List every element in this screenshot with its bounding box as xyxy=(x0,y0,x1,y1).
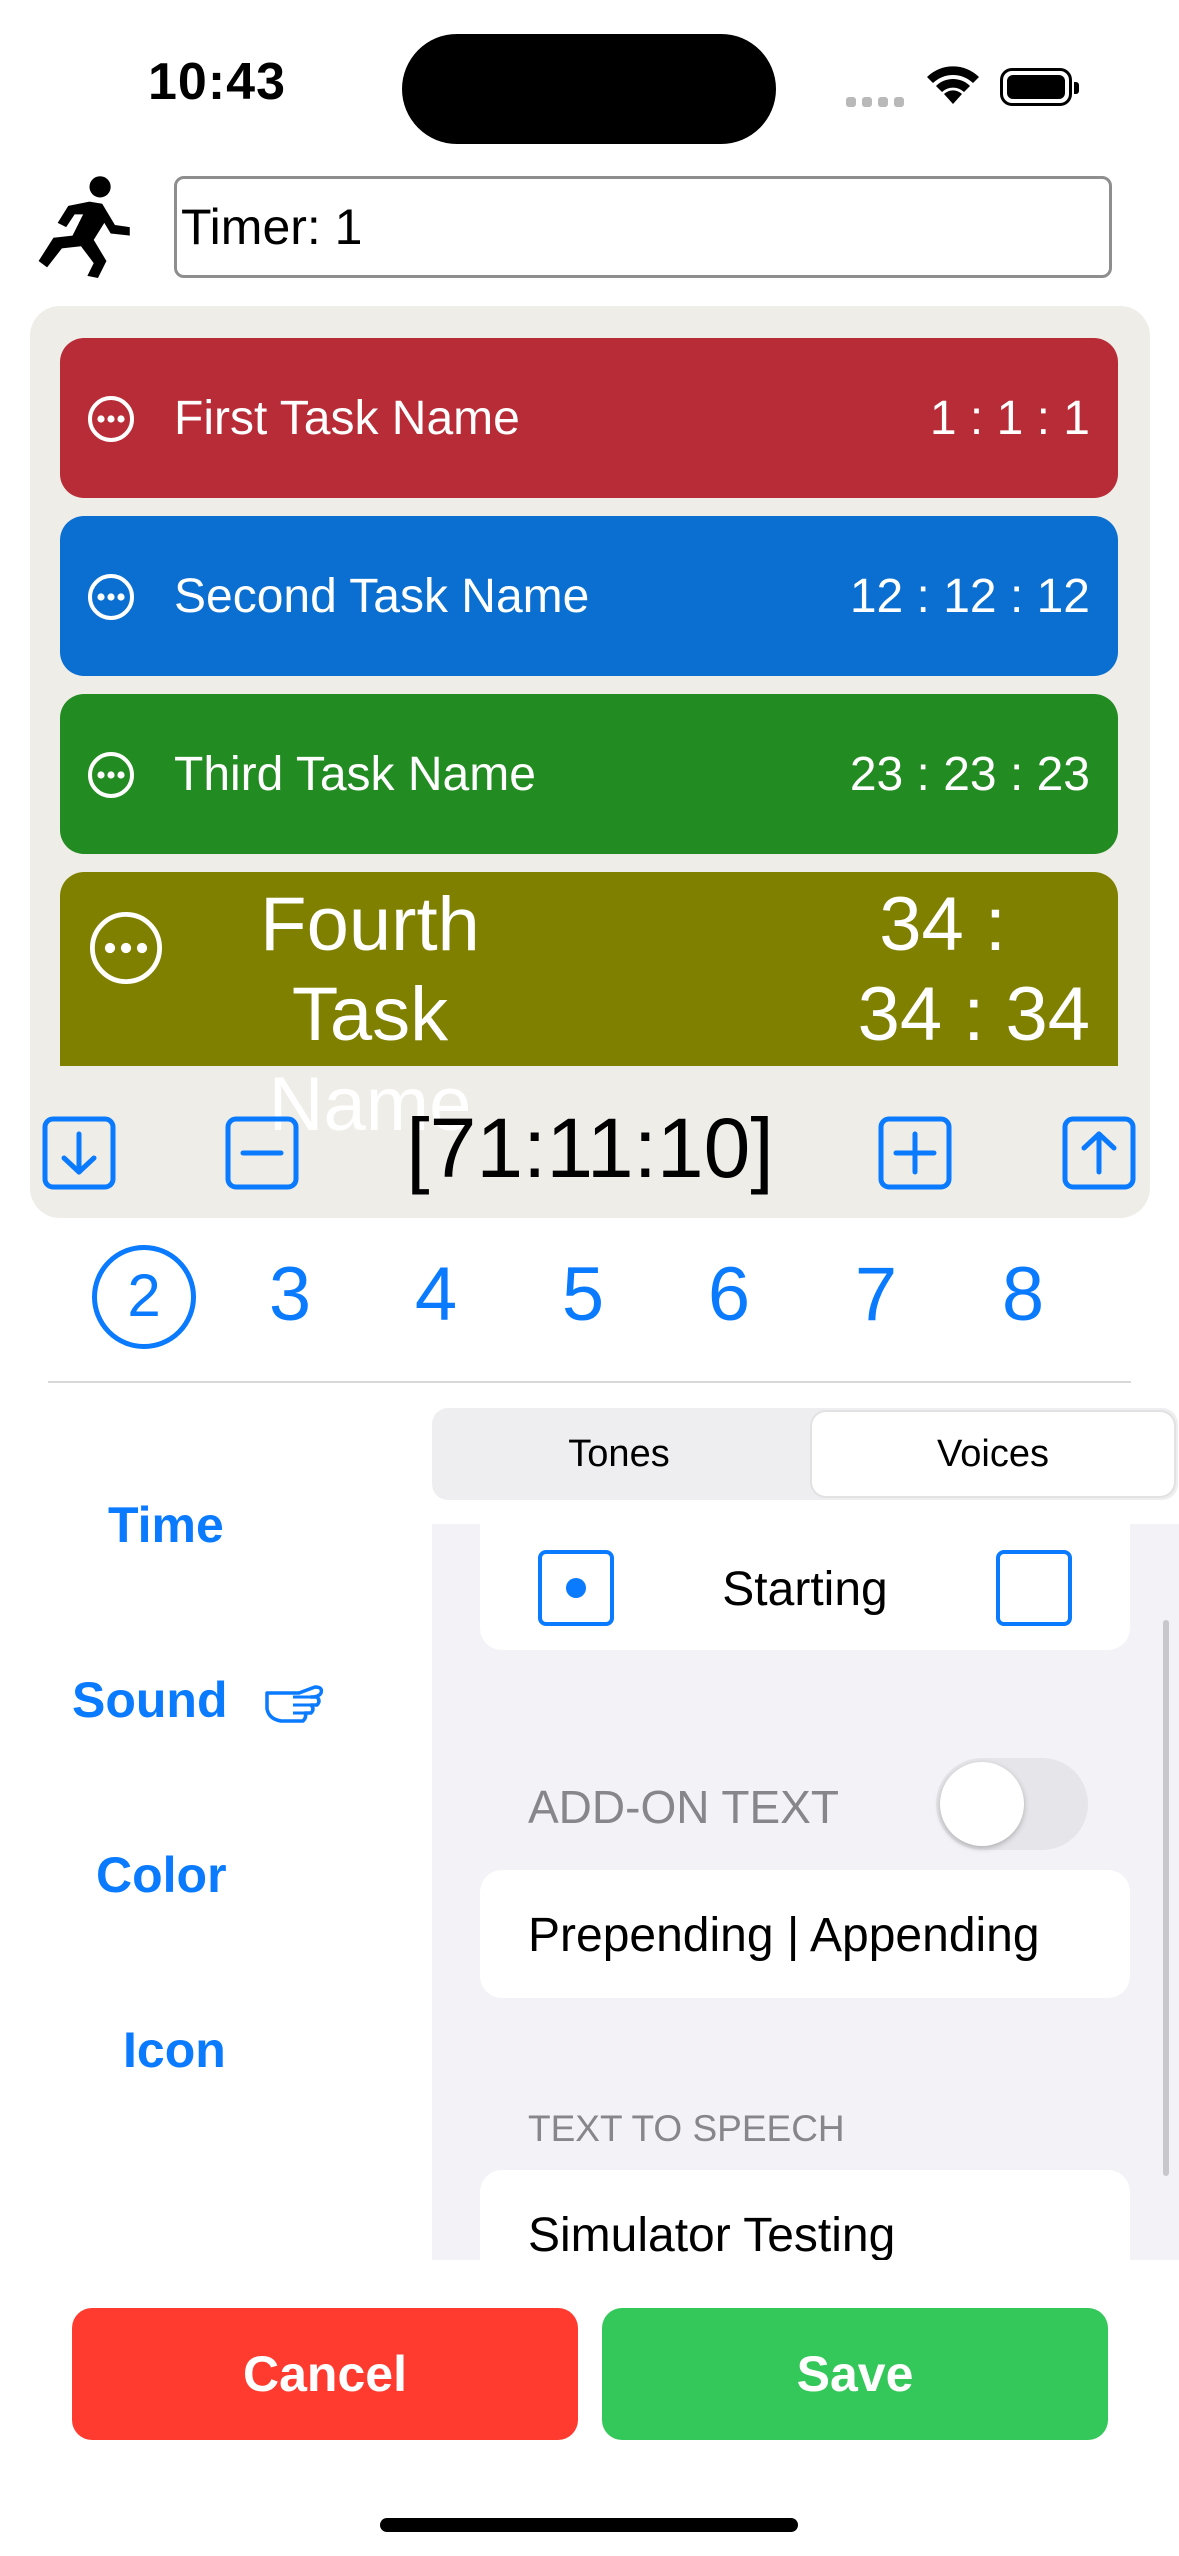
more-options-icon[interactable] xyxy=(86,394,136,449)
page-number-selected[interactable]: 2 xyxy=(92,1245,196,1349)
tasks-panel: First Task Name 1 : 1 : 1 Second Task Na… xyxy=(30,306,1150,1218)
sidebar-item-label: Sound xyxy=(72,1672,228,1728)
sidebar-item-sound[interactable]: Sound xyxy=(72,1671,325,1729)
running-person-icon[interactable] xyxy=(28,172,134,283)
addon-text-toggle[interactable] xyxy=(936,1758,1088,1850)
move-up-button[interactable] xyxy=(1062,1116,1136,1190)
task-row[interactable]: Fourth Task Name 34 : 34 : 34 xyxy=(60,872,1118,1147)
task-time: 23 : 23 : 23 xyxy=(849,748,1090,801)
task-name: First Task Name xyxy=(174,392,520,445)
sidebar-item-time[interactable]: Time xyxy=(108,1496,224,1554)
more-options-icon[interactable] xyxy=(86,908,166,993)
toggle-knob xyxy=(940,1762,1024,1846)
tab-voices[interactable]: Voices xyxy=(812,1412,1174,1496)
addon-text-header: ADD-ON TEXT xyxy=(528,1781,839,1833)
tts-header: TEXT TO SPEECH xyxy=(528,2108,845,2149)
cellular-signal-icon xyxy=(846,94,910,112)
timer-name-input[interactable] xyxy=(174,176,1112,278)
page-number[interactable]: 4 xyxy=(386,1240,486,1350)
battery-icon xyxy=(1000,68,1079,106)
move-down-button[interactable] xyxy=(42,1116,116,1190)
page-number[interactable]: 6 xyxy=(679,1240,779,1350)
scrollbar[interactable] xyxy=(1163,1620,1169,2176)
add-task-button[interactable] xyxy=(878,1116,952,1190)
status-time: 10:43 xyxy=(148,53,286,111)
page-selector: 2 3 4 5 6 7 8 xyxy=(56,1240,1156,1360)
tts-row[interactable]: Simulator Testing xyxy=(480,2170,1130,2260)
divider xyxy=(48,1381,1131,1383)
page-number[interactable]: 8 xyxy=(973,1240,1073,1350)
task-row[interactable]: First Task Name 1 : 1 : 1 xyxy=(60,338,1118,498)
task-row[interactable]: Third Task Name 23 : 23 : 23 xyxy=(60,694,1118,854)
tab-tones[interactable]: Tones xyxy=(432,1408,806,1500)
home-indicator[interactable] xyxy=(380,2518,798,2532)
page-number[interactable]: 7 xyxy=(826,1240,926,1350)
page-number[interactable]: 5 xyxy=(533,1240,633,1350)
starting-row: Starting xyxy=(480,1524,1130,1650)
task-name-line1: Fourth xyxy=(260,882,480,967)
more-options-icon[interactable] xyxy=(86,750,136,805)
pointing-hand-icon xyxy=(263,1680,325,1736)
sidebar-item-icon[interactable]: Icon xyxy=(123,2021,226,2079)
cancel-button[interactable]: Cancel xyxy=(72,2308,578,2440)
task-time: 12 : 12 : 12 xyxy=(849,570,1090,623)
task-time-line1: 34 : xyxy=(879,882,1006,967)
page-number[interactable]: 3 xyxy=(240,1240,340,1350)
prepend-append-label: Prepending | Appending xyxy=(528,1909,1040,1962)
tts-value: Simulator Testing xyxy=(528,2209,896,2260)
sidebar-item-color[interactable]: Color xyxy=(96,1846,227,1904)
tones-voices-segmented-control: Tones Voices xyxy=(432,1408,1178,1500)
task-name: Third Task Name xyxy=(174,748,536,801)
dynamic-island xyxy=(402,34,776,144)
task-time: 1 : 1 : 1 xyxy=(929,392,1090,445)
task-name: Second Task Name xyxy=(174,570,590,623)
starting-checkbox-right[interactable] xyxy=(996,1550,1072,1626)
prepend-append-row[interactable]: Prepending | Appending xyxy=(480,1870,1130,1998)
more-options-icon[interactable] xyxy=(86,572,136,627)
save-button[interactable]: Save xyxy=(602,2308,1108,2440)
task-time-line2: 34 : 34 xyxy=(857,972,1090,1057)
voice-settings-list[interactable]: Starting ADD-ON TEXT Prepending | Append… xyxy=(432,1524,1179,2260)
task-row[interactable]: Second Task Name 12 : 12 : 12 xyxy=(60,516,1118,676)
wifi-icon xyxy=(924,60,982,111)
task-time: 34 : 34 : 34 xyxy=(858,880,1090,1060)
total-time: [71:11:10] xyxy=(406,1101,774,1195)
remove-task-button[interactable] xyxy=(225,1116,299,1190)
